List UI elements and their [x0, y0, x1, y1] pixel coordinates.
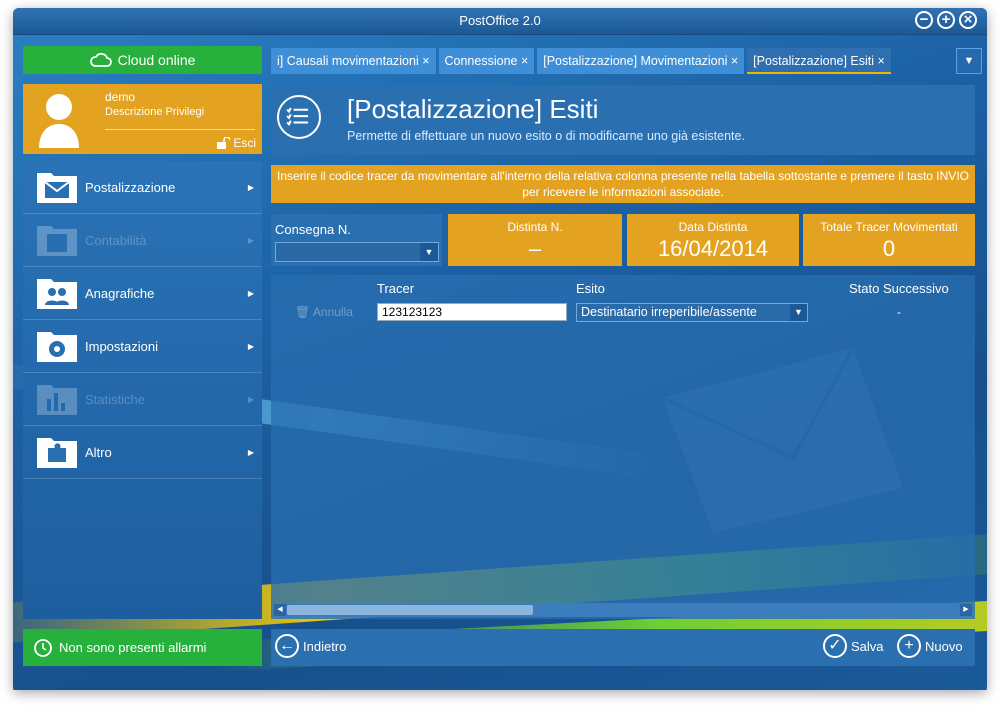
close-icon[interactable]: ×: [959, 11, 977, 29]
sidebar-menu: Postalizzazione ▶ Contabilità ▶ Anagrafi…: [23, 161, 262, 619]
sidebar-item-statistiche: Statistiche ▶: [23, 373, 262, 426]
user-name: demo: [105, 90, 136, 104]
envelope-icon: [37, 173, 77, 203]
data-distinta-label: Data Distinta: [678, 220, 748, 234]
column-header-stato-successivo: Stato Successivo: [849, 281, 949, 296]
alarm-status-label: Non sono presenti allarmi: [59, 640, 207, 655]
data-distinta-box: Data Distinta 16/04/2014: [627, 214, 799, 266]
people-icon: [37, 279, 77, 309]
sidebar-item-postalizzazione[interactable]: Postalizzazione ▶: [23, 161, 262, 214]
new-label: Nuovo: [925, 638, 963, 654]
consegna-field: Consegna N. ▼: [271, 214, 442, 266]
distinta-value: –: [528, 236, 542, 261]
unlock-icon: [217, 137, 231, 149]
tracer-input[interactable]: [377, 303, 567, 321]
annulla-button[interactable]: 🗑 Annulla: [295, 305, 353, 319]
cloud-status-label: Cloud online: [117, 52, 196, 68]
user-privileges: Descrizione Privilegi: [105, 106, 205, 118]
gear-icon: [37, 332, 77, 362]
distinta-box: Distinta N. –: [448, 214, 622, 266]
save-label: Salva: [851, 638, 884, 654]
back-button[interactable]: ← Indietro: [275, 634, 346, 658]
page-title: [Postalizzazione] Esiti: [347, 94, 599, 124]
save-button[interactable]: ✓ Salva: [823, 634, 884, 658]
plus-icon: +: [897, 634, 921, 658]
sidebar-item-impostazioni[interactable]: Impostazioni ▶: [23, 320, 262, 373]
horizontal-scrollbar[interactable]: ◀ ▶: [273, 603, 973, 617]
annulla-label: Annulla: [312, 305, 353, 319]
chevron-right-icon: ▶: [247, 394, 254, 404]
esito-value: Destinatario irreperibile/assente: [581, 305, 757, 319]
user-panel: demo Descrizione Privilegi Esci: [23, 84, 262, 154]
tab-bar: i] Causali movimentazioni × Connessione …: [271, 48, 951, 74]
title-bar: PostOffice 2.0 − + ×: [13, 8, 987, 35]
sidebar-item-altro[interactable]: Altro ▶: [23, 426, 262, 479]
bottom-bar: ← Indietro ✓ Salva + Nuovo: [271, 629, 975, 666]
consegna-select[interactable]: ▼: [275, 242, 439, 262]
column-header-esito: Esito: [576, 281, 605, 296]
tab-connessione[interactable]: Connessione ×: [438, 48, 535, 74]
back-label: Indietro: [303, 638, 347, 654]
totale-tracer-value: 0: [882, 236, 896, 261]
sidebar-item-label: Altro: [85, 444, 112, 460]
instruction-banner: Inserire il codice tracer da movimentare…: [271, 165, 975, 203]
sidebar-item-label: Postalizzazione: [85, 179, 176, 195]
chevron-right-icon: ▶: [247, 341, 254, 351]
sidebar-item-label: Contabilità: [85, 232, 147, 248]
esiti-table: Tracer Esito Stato Successivo 🗑 Annulla …: [271, 275, 975, 619]
checklist-icon: [277, 95, 321, 139]
sidebar-item-contabilita: Contabilità ▶: [23, 214, 262, 267]
bar-chart-icon: [37, 385, 77, 415]
chevron-down-icon[interactable]: ▼: [420, 243, 438, 261]
cloud-status[interactable]: Cloud online: [23, 46, 262, 74]
trash-icon: 🗑: [295, 305, 311, 319]
alarm-status[interactable]: Non sono presenti allarmi: [23, 629, 262, 666]
sidebar-item-label: Impostazioni: [85, 338, 158, 354]
avatar-icon: [39, 94, 79, 148]
tab-postalizzazione-esiti[interactable]: [Postalizzazione] Esiti ×: [747, 48, 891, 74]
cloud-icon: [89, 52, 112, 67]
puzzle-icon: [37, 438, 77, 468]
sidebar-item-label: Statistiche: [85, 391, 145, 407]
new-button[interactable]: + Nuovo: [897, 634, 963, 658]
distinta-label: Distinta N.: [507, 220, 563, 234]
checkmark-icon: ✓: [823, 634, 847, 658]
scroll-right-icon[interactable]: ▶: [960, 604, 972, 616]
sidebar-item-label: Anagrafiche: [85, 285, 155, 301]
totale-tracer-label: Totale Tracer Movimentati: [820, 220, 958, 234]
chevron-right-icon: ▶: [247, 288, 254, 298]
chevron-right-icon: ▶: [247, 182, 254, 192]
sidebar-item-anagrafiche[interactable]: Anagrafiche ▶: [23, 267, 262, 320]
calculator-icon: [37, 226, 77, 256]
minimize-icon[interactable]: −: [915, 11, 933, 29]
alarm-clock-icon: [34, 638, 52, 657]
maximize-icon[interactable]: +: [937, 11, 955, 29]
chevron-right-icon: ▶: [247, 447, 254, 457]
tab-postalizzazione-movimentazioni[interactable]: [Postalizzazione] Movimentazioni ×: [537, 48, 745, 74]
logout-label: Esci: [233, 136, 256, 150]
logout-button[interactable]: Esci: [216, 136, 256, 150]
chevron-down-icon[interactable]: ▼: [790, 304, 807, 321]
consegna-label: Consegna N.: [275, 222, 351, 237]
chevron-down-icon: ▼: [963, 55, 975, 67]
scroll-left-icon[interactable]: ◀: [274, 604, 286, 616]
page-header: [Postalizzazione] Esiti Permette di effe…: [271, 85, 975, 155]
chevron-right-icon: ▶: [247, 235, 254, 245]
tabs-dropdown-button[interactable]: ▼: [956, 48, 982, 74]
esito-select[interactable]: Destinatario irreperibile/assente ▼: [576, 303, 808, 322]
arrow-left-icon: ←: [275, 634, 299, 658]
totale-tracer-box: Totale Tracer Movimentati 0: [803, 214, 975, 266]
column-header-tracer: Tracer: [377, 281, 415, 296]
stato-successivo-value: -: [897, 305, 901, 319]
data-distinta-value: 16/04/2014: [657, 236, 769, 261]
tab-causali-movimentazioni[interactable]: i] Causali movimentazioni ×: [271, 48, 436, 74]
page-subtitle: Permette di effettuare un nuovo esito o …: [347, 129, 745, 143]
window-title: PostOffice 2.0: [459, 13, 541, 28]
scrollbar-thumb[interactable]: [287, 605, 533, 615]
app-window: PostOffice 2.0 − + × Cloud online demo D…: [13, 8, 987, 690]
